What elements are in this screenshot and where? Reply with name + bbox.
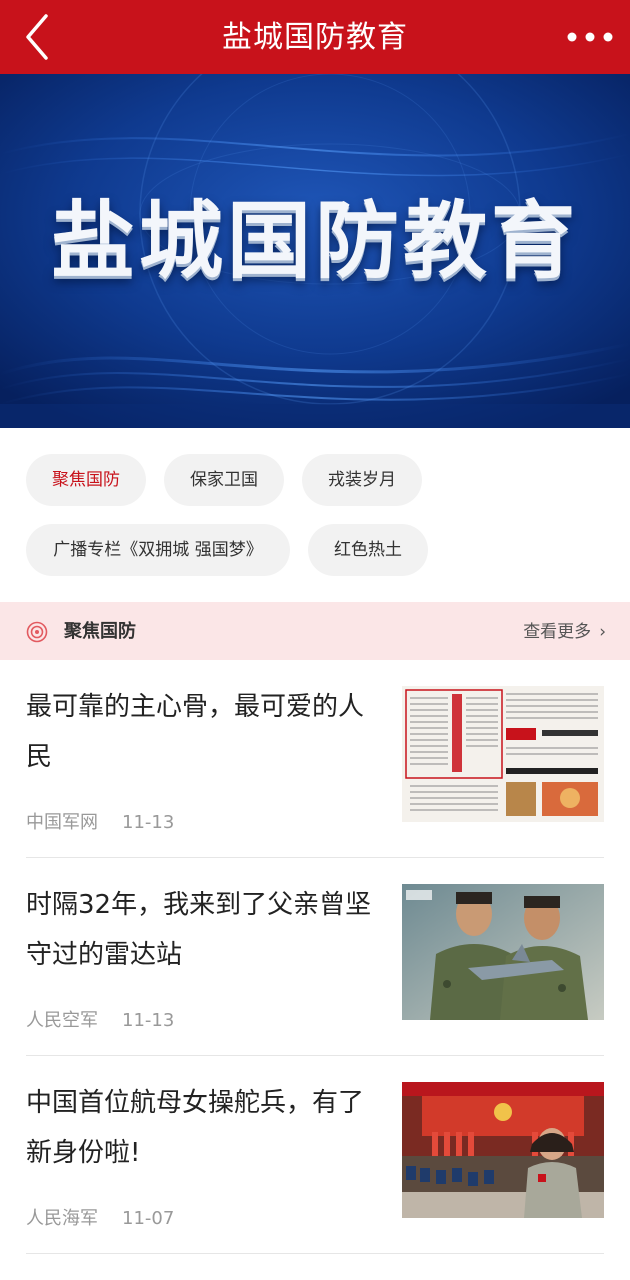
- banner-title: 盐城国防教育: [50, 192, 579, 290]
- article-item[interactable]: 最可靠的主心骨，最可爱的人民 中国军网 11-13: [26, 660, 604, 858]
- section-header: 聚焦国防 查看更多 ›: [0, 602, 630, 660]
- article-title: 时隔32年，我来到了父亲曾坚守过的雷达站: [26, 890, 372, 970]
- article-meta: 人民海军 11-07: [26, 1204, 174, 1230]
- article-title: 最可靠的主心骨，最可爱的人民: [26, 692, 365, 772]
- view-more-label: 查看更多: [523, 622, 592, 642]
- article-date: 11-13: [122, 812, 175, 833]
- soldiers-photo: [402, 884, 604, 1020]
- chip-defend-homeland[interactable]: 保家卫国: [164, 454, 284, 506]
- article-meta: 中国军网 11-13: [26, 808, 174, 834]
- newspaper-image: [402, 686, 604, 822]
- article-date: 11-07: [122, 1208, 175, 1229]
- article-thumbnail: [402, 884, 604, 1020]
- chip-red-land[interactable]: 红色热土: [308, 524, 428, 576]
- section-title: 聚焦国防: [64, 621, 136, 642]
- article-item[interactable]: 中国首位航母女操舵兵，有了新身份啦! 人民海军 11-07: [26, 1056, 604, 1254]
- view-more-link[interactable]: 查看更多 ›: [523, 602, 606, 662]
- article-thumbnail: [402, 686, 604, 822]
- hero-banner[interactable]: 盐城国防教育: [0, 74, 630, 428]
- article-source: 中国军网: [26, 812, 98, 833]
- chip-radio-column[interactable]: 广播专栏《双拥城 强国梦》: [26, 524, 290, 576]
- chevron-right-icon: ›: [599, 622, 606, 642]
- article-meta: 人民空军 11-13: [26, 1006, 174, 1032]
- page-title: 盐城国防教育: [222, 20, 408, 55]
- app-header: 盐城国防教育: [0, 0, 630, 74]
- article-date: 11-13: [122, 1010, 175, 1031]
- article-source: 人民海军: [26, 1208, 98, 1229]
- ellipsis-icon: [567, 32, 613, 42]
- article-source: 人民空军: [26, 1010, 98, 1031]
- chip-focus-defense[interactable]: 聚焦国防: [26, 454, 146, 506]
- article-thumbnail: [402, 1082, 604, 1218]
- congress-hall-photo: [402, 1082, 604, 1218]
- article-title: 中国首位航母女操舵兵，有了新身份啦!: [26, 1088, 365, 1168]
- more-options-button[interactable]: [564, 20, 616, 54]
- chip-military-years[interactable]: 戎装岁月: [302, 454, 422, 506]
- article-item[interactable]: 时隔32年，我来到了父亲曾坚守过的雷达站 人民空军 11-13: [26, 858, 604, 1056]
- category-chips: 聚焦国防 保家卫国 戎装岁月 广播专栏《双拥城 强国梦》 红色热土: [0, 428, 630, 602]
- target-icon: [26, 621, 48, 643]
